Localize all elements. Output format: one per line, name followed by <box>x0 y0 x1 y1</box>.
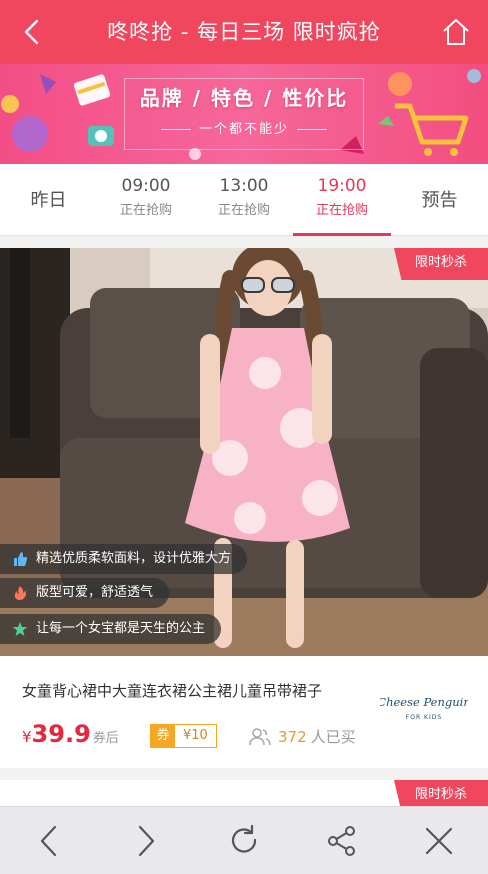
price-value: 39.9 <box>31 720 91 748</box>
session-tabs: 昨日 09:00 正在抢购 13:00 正在抢购 19:00 正在抢购 预告 <box>0 164 488 236</box>
tab-time: 09:00 <box>121 176 171 196</box>
back-button[interactable] <box>14 14 50 50</box>
tab-status: 正在抢购 <box>315 203 368 218</box>
home-button[interactable] <box>438 14 474 50</box>
tab-1900[interactable]: 19:00 正在抢购 <box>293 164 391 236</box>
tab-status: 正在抢购 <box>119 203 172 218</box>
product-name[interactable]: 女童背心裙中大童连衣裙公主裙儿童吊带裙子 <box>22 680 322 701</box>
chevron-left-icon <box>24 19 39 45</box>
thumbs-up-icon <box>14 552 28 566</box>
sold-count: 372 人已买 <box>248 726 356 747</box>
tab-time: 13:00 <box>219 176 269 196</box>
feature-text: 精选优质柔软面料，设计优雅大方 <box>36 551 232 566</box>
tab-time: 19:00 <box>317 176 367 196</box>
feature-tag: 版型可爱，舒适透气 <box>0 578 170 608</box>
product-card[interactable]: 限时秒杀 精选优质柔软面料，设计优雅大方 版型可爱，舒适透气 让每一个女宝都是天… <box>0 248 488 768</box>
tab-preview[interactable]: 预告 <box>391 164 488 236</box>
feature-text: 版型可爱，舒适透气 <box>36 585 154 600</box>
tab-label: 预告 <box>421 190 458 211</box>
sold-number: 372 <box>278 727 307 746</box>
price-currency: ¥ <box>22 728 32 746</box>
coupon-value: ¥10 <box>183 728 208 743</box>
sold-suffix: 人已买 <box>310 728 356 746</box>
top-bar: 咚咚抢 - 每日三场 限时疯抢 <box>0 0 488 64</box>
banner-headline: 品牌 / 特色 / 性价比 <box>139 86 349 110</box>
page-title: 咚咚抢 - 每日三场 限时疯抢 <box>107 20 381 44</box>
coupon-tag[interactable]: 券 ¥10 <box>150 724 217 748</box>
people-icon <box>249 727 271 745</box>
refresh-button[interactable] <box>220 817 268 865</box>
brand-logo: Cheese Penguin FOR KIDS <box>380 684 468 728</box>
close-button[interactable] <box>415 817 463 865</box>
feature-text: 让每一个女宝都是天生的公主 <box>36 621 206 636</box>
tab-label: 昨日 <box>30 190 67 211</box>
nav-back-button[interactable] <box>25 817 73 865</box>
close-icon <box>425 827 453 855</box>
feature-tag: 精选优质柔软面料，设计优雅大方 <box>0 544 248 574</box>
star-icon <box>13 622 27 636</box>
brand-logo-line1: Cheese Penguin <box>380 695 468 709</box>
refresh-icon <box>231 824 257 853</box>
chevron-right-icon <box>138 825 155 857</box>
tab-status: 正在抢购 <box>217 203 270 218</box>
tab-yesterday[interactable]: 昨日 <box>0 164 97 236</box>
tab-0900[interactable]: 09:00 正在抢购 <box>97 164 195 236</box>
browser-toolbar <box>0 806 488 874</box>
app-root: 咚咚抢 - 每日三场 限时疯抢 品牌 / 特色 / 性价比 一个都不能少 昨日 … <box>0 0 488 874</box>
tab-1300[interactable]: 13:00 正在抢购 <box>195 164 293 236</box>
product-image[interactable]: 限时秒杀 精选优质柔软面料，设计优雅大方 版型可爱，舒适透气 让每一个女宝都是天… <box>0 248 488 656</box>
feature-tag: 让每一个女宝都是天生的公主 <box>0 614 222 644</box>
chevron-left-icon <box>40 825 57 857</box>
flame-icon <box>14 586 26 600</box>
product-price: ¥39.9 券后 <box>22 720 119 748</box>
banner-subline: 一个都不能少 <box>124 118 364 137</box>
share-icon <box>328 826 355 856</box>
coupon-label: 券 <box>151 725 175 747</box>
nav-forward-button[interactable] <box>122 817 170 865</box>
flash-sale-badge: 限时秒杀 <box>394 248 488 280</box>
share-button[interactable] <box>318 817 366 865</box>
home-icon <box>443 19 469 45</box>
promo-banner[interactable]: 品牌 / 特色 / 性价比 一个都不能少 <box>0 64 488 164</box>
brand-logo-line2: FOR KIDS <box>406 714 442 721</box>
price-suffix: 券后 <box>92 731 119 746</box>
